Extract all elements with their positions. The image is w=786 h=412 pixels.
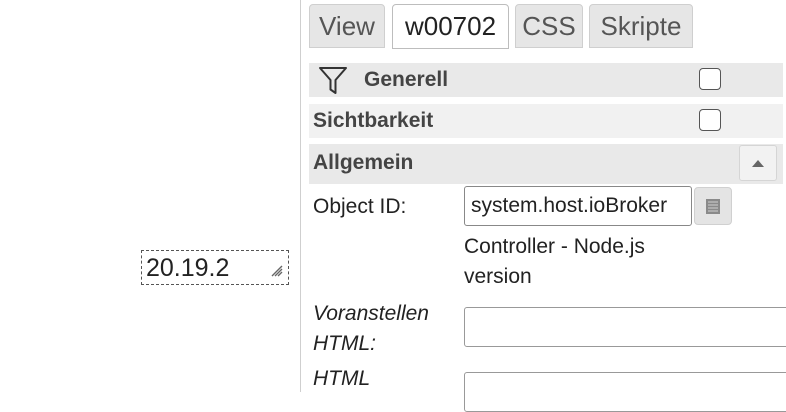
chevron-up-icon (752, 160, 764, 167)
html-input[interactable] (464, 372, 786, 412)
tab-skripte[interactable]: Skripte (589, 4, 693, 48)
group-generell-label: Generell (364, 68, 449, 91)
voranstellen-html-label-line1: Voranstellen (313, 302, 429, 325)
html-label: HTML (313, 367, 371, 390)
editor-canvas[interactable]: 20.19.2 (0, 0, 300, 392)
properties-panel: View w00702 CSS Skripte Generell Sichtba… (300, 0, 786, 412)
tab-view[interactable]: View (309, 4, 385, 48)
tab-bar: View w00702 CSS Skripte (301, 0, 786, 52)
widget-value: 20.19.2 (146, 254, 230, 282)
group-allgemein-label: Allgemein (313, 151, 414, 174)
resize-handle-icon[interactable] (269, 263, 283, 277)
group-allgemein-header[interactable]: Allgemein (309, 144, 783, 184)
object-id-picker-button[interactable] (694, 187, 732, 225)
group-sichtbarkeit-header[interactable]: Sichtbarkeit (309, 104, 783, 138)
collapse-button[interactable] (739, 145, 777, 181)
list-icon (706, 199, 720, 214)
voranstellen-html-label: Voranstellen HTML: (313, 299, 429, 359)
tab-css[interactable]: CSS (515, 4, 583, 48)
object-id-description: Controller - Node.js version (464, 235, 645, 288)
voranstellen-html-input[interactable] (464, 307, 786, 347)
group-generell-checkbox[interactable] (699, 68, 721, 90)
tab-w00702[interactable]: w00702 (392, 4, 509, 49)
object-id-label: Object ID: (313, 195, 407, 218)
filter-icon[interactable] (317, 64, 349, 96)
group-sichtbarkeit-checkbox[interactable] (699, 109, 721, 131)
version-widget[interactable]: 20.19.2 (141, 250, 289, 285)
voranstellen-html-label-line2: HTML: (313, 332, 376, 355)
group-generell-header[interactable]: Generell (309, 63, 783, 97)
group-sichtbarkeit-label: Sichtbarkeit (313, 109, 434, 132)
object-id-input[interactable] (464, 186, 692, 226)
